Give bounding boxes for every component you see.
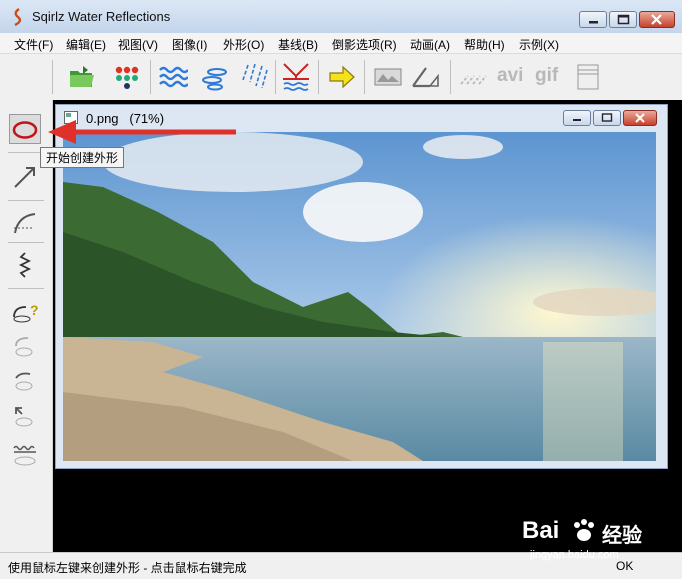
arrow-tool-icon[interactable]	[10, 162, 40, 192]
svg-text:?: ?	[30, 302, 39, 318]
status-message: 使用鼠标左键来创建外形 - 点击鼠标右键完成	[8, 561, 247, 575]
gif-export-icon[interactable]: gif	[535, 65, 558, 87]
maximize-icon	[601, 113, 613, 122]
toolbar: avi gif	[0, 54, 682, 101]
shape-tool-icon[interactable]	[10, 402, 40, 432]
image-close-button[interactable]	[623, 110, 657, 126]
menu-reflection-options[interactable]: 倒影选项(R)	[332, 36, 397, 53]
annotation-arrow	[48, 120, 236, 144]
minimize-icon	[573, 119, 581, 121]
menu-baseline[interactable]: 基线(B)	[278, 36, 318, 53]
rain-streaks-icon[interactable]	[240, 62, 270, 92]
menu-examples[interactable]: 示例(X)	[519, 36, 559, 53]
maximize-button[interactable]	[609, 11, 637, 28]
close-button[interactable]	[639, 11, 675, 28]
menu-animation[interactable]: 动画(A)	[410, 36, 450, 53]
menu-view[interactable]: 视图(V)	[118, 36, 158, 53]
menu-file[interactable]: 文件(F)	[14, 36, 53, 53]
close-icon	[651, 14, 662, 25]
minimize-button[interactable]	[579, 11, 607, 28]
avi-export-icon[interactable]: avi	[497, 65, 523, 87]
minimize-icon	[589, 21, 598, 24]
shape-tool-icon[interactable]	[10, 332, 40, 362]
panel-icon[interactable]	[573, 62, 603, 92]
title-bar[interactable]: Sqirlz Water Reflections	[0, 0, 682, 34]
beach-landscape-image[interactable]	[63, 132, 656, 461]
image-minimize-button[interactable]	[563, 110, 591, 126]
menu-help[interactable]: 帮助(H)	[464, 36, 505, 53]
reflection-baseline-icon[interactable]	[281, 62, 311, 92]
menu-image[interactable]: 图像(I)	[172, 36, 207, 53]
image-maximize-button[interactable]	[593, 110, 621, 126]
open-folder-icon[interactable]	[67, 62, 97, 92]
close-icon	[635, 113, 645, 123]
curve-tool-icon[interactable]	[10, 208, 40, 238]
app-logo-icon	[14, 8, 22, 26]
perspective-icon[interactable]	[410, 62, 440, 92]
ripple-waves-icon[interactable]	[158, 62, 188, 92]
zigzag-tool-icon[interactable]	[10, 250, 40, 280]
ripple-ellipses-icon[interactable]	[200, 62, 230, 92]
ellipse-shape-icon[interactable]	[10, 115, 40, 145]
menu-shape[interactable]: 外形(O)	[223, 36, 264, 53]
wave-tool-icon[interactable]	[10, 440, 40, 470]
maximize-icon	[617, 14, 630, 25]
shape-help-icon[interactable]: ?	[10, 295, 40, 325]
shape-tool-icon[interactable]	[10, 366, 40, 396]
baidu-jingyan-watermark: Bai 经验 jingyan.baidu.com	[522, 517, 642, 561]
preview-image-icon[interactable]	[373, 62, 403, 92]
tooltip: 开始创建外形	[40, 147, 125, 168]
color-dots-icon[interactable]	[112, 62, 142, 92]
paw-logo-icon	[574, 519, 594, 541]
arrow-right-icon[interactable]	[327, 62, 357, 92]
menu-bar: 文件(F) 编辑(E) 视图(V) 图像(I) 外形(O) 基线(B) 倒影选项…	[0, 33, 682, 54]
window-title: Sqirlz Water Reflections	[32, 9, 171, 24]
menu-edit[interactable]: 编辑(E)	[66, 36, 106, 53]
wave-lines-icon[interactable]	[458, 62, 488, 92]
